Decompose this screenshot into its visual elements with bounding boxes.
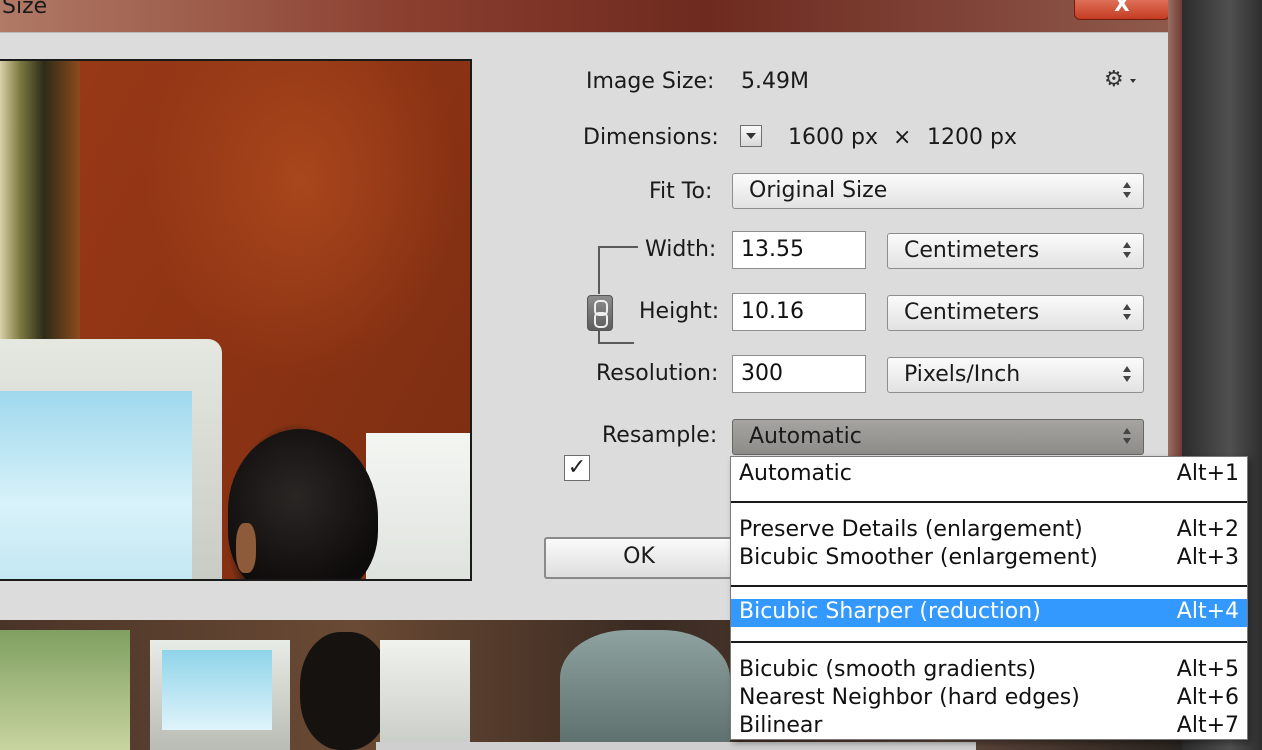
menu-separator <box>731 501 1247 503</box>
resample-checkbox[interactable]: ✓ <box>564 455 590 481</box>
up-down-arrows-icon <box>1123 304 1133 322</box>
menu-item-shortcut: Alt+7 <box>1176 713 1239 738</box>
background-detail <box>380 640 470 750</box>
image-size-value: 5.49M <box>741 69 809 94</box>
dimensions-width-value: 1600 px <box>788 125 878 150</box>
width-unit-value: Centimeters <box>904 238 1040 263</box>
triangle-down-icon[interactable] <box>740 125 762 147</box>
close-button[interactable]: X <box>1074 0 1170 20</box>
background-detail <box>300 632 390 750</box>
menu-item-label: Automatic <box>739 461 852 486</box>
menu-item-shortcut: Alt+4 <box>1176 599 1239 624</box>
height-input[interactable]: 10.16 <box>732 293 866 331</box>
menu-item-nearest-neighbor[interactable]: Nearest Neighbor (hard edges) Alt+6 <box>731 685 1247 713</box>
chain-link-icon[interactable] <box>587 295 613 331</box>
resample-menu: Automatic Alt+1 Preserve Details (enlarg… <box>730 456 1248 740</box>
height-label: Height: <box>639 299 720 324</box>
preview-detail <box>236 523 256 573</box>
resolution-label: Resolution: <box>596 361 719 386</box>
gear-caret-icon <box>1130 79 1136 83</box>
resolution-unit-value: Pixels/Inch <box>904 362 1021 387</box>
menu-item-shortcut: Alt+5 <box>1176 657 1239 682</box>
resolution-unit-select[interactable]: Pixels/Inch <box>887 357 1144 393</box>
up-down-arrows-icon <box>1123 366 1133 384</box>
chain-bracket <box>598 342 634 344</box>
menu-item-label: Bilinear <box>739 713 823 738</box>
fit-to-label: Fit To: <box>649 179 713 204</box>
menu-item-automatic[interactable]: Automatic Alt+1 <box>731 461 1247 489</box>
menu-item-preserve-details[interactable]: Preserve Details (enlargement) Alt+2 <box>731 517 1247 545</box>
chain-bracket <box>598 246 600 294</box>
height-unit-value: Centimeters <box>904 300 1040 325</box>
gear-icon[interactable]: ⚙ <box>1104 67 1124 92</box>
up-down-arrows-icon <box>1123 182 1133 200</box>
up-down-arrows-icon <box>1123 242 1133 260</box>
window-title: Size <box>2 0 48 19</box>
menu-item-label: Nearest Neighbor (hard edges) <box>739 685 1080 710</box>
menu-item-label: Bicubic (smooth gradients) <box>739 657 1037 682</box>
background-detail <box>560 630 730 750</box>
background-detail <box>0 630 130 750</box>
image-preview[interactable] <box>0 59 472 581</box>
preview-detail <box>366 433 470 579</box>
width-input[interactable]: 13.55 <box>732 231 866 269</box>
resample-value: Automatic <box>749 424 862 449</box>
dimensions-times: × <box>893 125 912 150</box>
width-unit-select[interactable]: Centimeters <box>887 233 1144 269</box>
image-size-label: Image Size: <box>586 69 715 94</box>
menu-separator <box>731 641 1247 643</box>
resample-label: Resample: <box>602 423 718 448</box>
menu-separator <box>731 585 1247 587</box>
dimensions-height-value: 1200 px <box>927 125 1017 150</box>
menu-item-bicubic-sharper[interactable]: Bicubic Sharper (reduction) Alt+4 <box>731 599 1247 627</box>
chain-bracket <box>598 246 638 248</box>
up-down-arrows-icon <box>1123 428 1133 446</box>
menu-item-shortcut: Alt+3 <box>1176 545 1239 570</box>
ok-button[interactable]: OK <box>544 537 734 579</box>
menu-item-label: Bicubic Sharper (reduction) <box>739 599 1041 624</box>
preview-detail <box>0 391 192 579</box>
scroll-track <box>376 742 976 750</box>
width-label: Width: <box>645 237 717 262</box>
menu-item-shortcut: Alt+6 <box>1176 685 1239 710</box>
menu-item-bicubic[interactable]: Bicubic (smooth gradients) Alt+5 <box>731 657 1247 685</box>
fit-to-select[interactable]: Original Size <box>732 173 1144 209</box>
title-bar: Size X <box>0 0 1180 32</box>
background-detail <box>162 650 272 730</box>
menu-item-label: Bicubic Smoother (enlargement) <box>739 545 1098 570</box>
menu-item-bilinear[interactable]: Bilinear Alt+7 <box>731 713 1247 741</box>
resample-select[interactable]: Automatic <box>732 419 1144 455</box>
dimensions-label: Dimensions: <box>583 125 719 150</box>
menu-item-bicubic-smoother[interactable]: Bicubic Smoother (enlargement) Alt+3 <box>731 545 1247 573</box>
height-unit-select[interactable]: Centimeters <box>887 295 1144 331</box>
menu-item-label: Preserve Details (enlargement) <box>739 517 1083 542</box>
menu-item-shortcut: Alt+2 <box>1176 517 1239 542</box>
resolution-input[interactable]: 300 <box>732 355 866 393</box>
fit-to-value: Original Size <box>749 178 888 203</box>
menu-item-shortcut: Alt+1 <box>1176 461 1239 486</box>
